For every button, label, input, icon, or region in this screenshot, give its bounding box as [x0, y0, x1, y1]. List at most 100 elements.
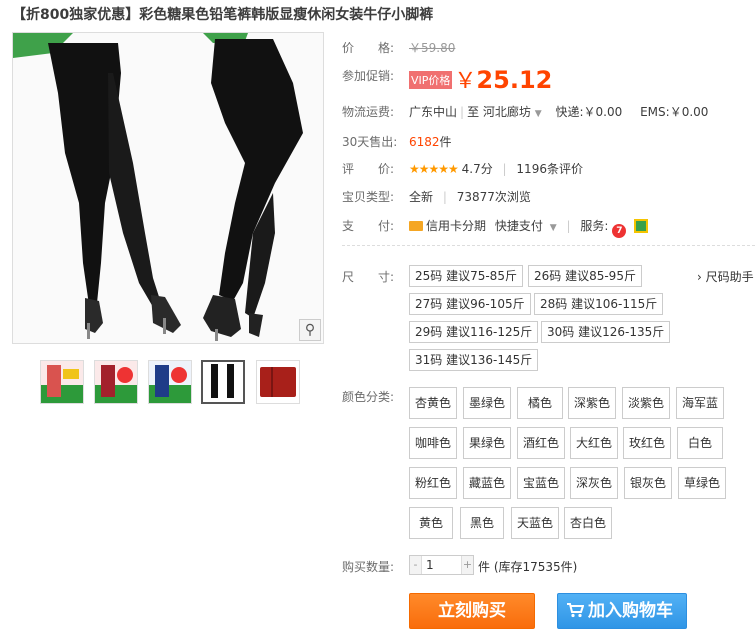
- condition: 全新: [409, 190, 434, 204]
- rating-row: 评 价: ★★★★★ 4.7分 | 1196条评价: [342, 162, 583, 176]
- color-option[interactable]: 杏黄色: [409, 387, 457, 419]
- color-option[interactable]: 黄色: [409, 507, 453, 539]
- shipping-label: 物流运费:: [342, 105, 395, 119]
- main-product-image[interactable]: ⚲: [12, 32, 324, 344]
- thumbnail-2[interactable]: [94, 360, 138, 404]
- thumbnail-1[interactable]: [40, 360, 84, 404]
- guarantee-icon[interactable]: [634, 219, 649, 233]
- price-row: 价 格: ￥59.80: [342, 39, 455, 56]
- buy-now-button[interactable]: 立刻购买: [409, 593, 535, 629]
- size-option[interactable]: 31码 建议136-145斤: [409, 349, 539, 371]
- promo-image: [149, 361, 191, 403]
- color-option[interactable]: 宝蓝色: [517, 467, 565, 499]
- vip-badge: VIP价格: [409, 71, 453, 89]
- payment-label: 支 付:: [342, 219, 395, 233]
- color-option[interactable]: 白色: [677, 427, 723, 459]
- promo-row: 参加促销: VIP价格 ￥25.12: [342, 63, 552, 94]
- quantity-input[interactable]: [423, 556, 461, 574]
- stock-info: 件 (库存17535件): [478, 560, 578, 574]
- color-option[interactable]: 黑色: [460, 507, 504, 539]
- color-option[interactable]: 深紫色: [568, 387, 616, 419]
- black-pants-photo: [13, 33, 323, 343]
- service-label: 服务:: [580, 219, 609, 233]
- quantity-label: 购买数量:: [342, 560, 395, 574]
- thumbnail-3[interactable]: [148, 360, 192, 404]
- ship-to-selector[interactable]: 河北廊坊 ▼: [483, 105, 542, 119]
- color-option[interactable]: 粉红色: [409, 467, 457, 499]
- sales-row: 30天售出: 6182件: [342, 133, 452, 150]
- divider: [342, 245, 755, 246]
- add-to-cart-button[interactable]: 加入购物车: [557, 593, 687, 629]
- promo-label: 参加促销:: [342, 69, 395, 83]
- color-option[interactable]: 玫红色: [623, 427, 671, 459]
- quick-pay-option[interactable]: 快捷支付: [495, 219, 543, 233]
- color-option[interactable]: 天蓝色: [511, 507, 559, 539]
- color-option[interactable]: 墨绿色: [463, 387, 511, 419]
- credit-card-icon: [409, 221, 423, 231]
- payment-row: 支 付: 信用卡分期 快捷支付 ▼ | 服务: 7: [342, 217, 649, 238]
- view-count: 73877次浏览: [456, 190, 531, 204]
- original-price: ￥59.80: [409, 41, 456, 55]
- express-fee: 快递:￥0.00: [555, 105, 623, 119]
- shipping-row: 物流运费: 广东中山 | 至 河北廊坊 ▼ 快递:￥0.00 EMS:￥0.00: [342, 105, 709, 119]
- price-label: 价 格:: [342, 41, 395, 55]
- color-option[interactable]: 银灰色: [624, 467, 672, 499]
- add-to-cart-label: 加入购物车: [588, 601, 673, 621]
- rating-score: 4.7分: [461, 162, 493, 176]
- color-option[interactable]: 咖啡色: [409, 427, 457, 459]
- buy-now-label: 立刻购买: [438, 601, 506, 621]
- color-option[interactable]: 海军蓝: [676, 387, 724, 419]
- color-option[interactable]: 橘色: [517, 387, 563, 419]
- thumbnail-strip: [40, 360, 310, 406]
- type-label: 宝贝类型:: [342, 190, 395, 204]
- thumbnail-5[interactable]: [256, 360, 300, 404]
- size-option[interactable]: 25码 建议75-85斤: [409, 265, 523, 287]
- sales-label: 30天售出:: [342, 135, 398, 149]
- quantity-label-row: 购买数量:: [342, 558, 394, 575]
- black-pants-image: [203, 362, 243, 402]
- size-option[interactable]: 30码 建议126-135斤: [541, 321, 671, 343]
- size-label-row: 尺 寸:: [342, 268, 394, 285]
- size-label: 尺 寸:: [342, 270, 395, 284]
- color-option[interactable]: 大红色: [570, 427, 618, 459]
- color-label: 颜色分类:: [342, 390, 395, 404]
- size-option[interactable]: 26码 建议85-95斤: [528, 265, 642, 287]
- color-label-row: 颜色分类:: [342, 388, 394, 405]
- color-option[interactable]: 酒红色: [517, 427, 565, 459]
- color-option[interactable]: 藏蓝色: [463, 467, 511, 499]
- size-option[interactable]: 27码 建议96-105斤: [409, 293, 531, 315]
- seven-day-return-icon[interactable]: 7: [612, 224, 627, 238]
- color-option[interactable]: 杏白色: [564, 507, 612, 539]
- ems-fee: EMS:￥0.00: [640, 105, 709, 119]
- cart-icon: [566, 596, 585, 630]
- installment-option[interactable]: 信用卡分期: [426, 219, 486, 233]
- color-option[interactable]: 深灰色: [570, 467, 618, 499]
- quantity-decrement-button[interactable]: -: [410, 556, 422, 574]
- color-option[interactable]: 草绿色: [678, 467, 726, 499]
- magnifier-icon[interactable]: ⚲: [299, 319, 321, 341]
- product-title: 【折800独家优惠】彩色糖果色铅笔裤韩版显瘦休闲女装牛仔小脚裤: [12, 7, 434, 23]
- quantity-increment-button[interactable]: +: [461, 556, 473, 574]
- sales-unit: 件: [439, 135, 452, 149]
- chevron-down-icon[interactable]: ▼: [550, 223, 557, 233]
- sales-count: 6182: [409, 135, 440, 149]
- promo-image: [41, 361, 83, 403]
- promo-price: 25.12: [476, 66, 553, 94]
- size-helper-link[interactable]: › 尺码助手: [697, 268, 754, 285]
- currency-symbol: ￥: [454, 69, 477, 94]
- red-pants-image: [257, 361, 299, 403]
- type-row: 宝贝类型: 全新 | 73877次浏览: [342, 190, 531, 204]
- reviews-link[interactable]: 1196条评价: [516, 162, 583, 176]
- ship-to-prefix: 至: [467, 105, 480, 119]
- star-rating-icon: ★★★★★: [409, 162, 459, 176]
- ship-from: 广东中山: [409, 105, 458, 119]
- promo-image: [95, 361, 137, 403]
- rating-label: 评 价:: [342, 162, 395, 176]
- thumbnail-4[interactable]: [201, 360, 245, 404]
- size-option[interactable]: 28码 建议106-115斤: [534, 293, 664, 315]
- color-option[interactable]: 淡紫色: [622, 387, 670, 419]
- chevron-down-icon: ▼: [534, 109, 542, 119]
- ship-to: 河北廊坊: [482, 105, 531, 119]
- size-option[interactable]: 29码 建议116-125斤: [409, 321, 539, 343]
- color-option[interactable]: 果绿色: [463, 427, 511, 459]
